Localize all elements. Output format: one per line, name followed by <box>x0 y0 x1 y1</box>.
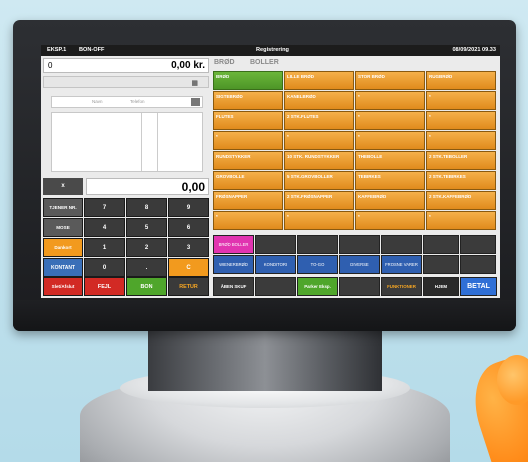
product-button[interactable]: * <box>213 211 283 230</box>
product-button[interactable]: BRØD <box>213 71 283 90</box>
product-button[interactable]: 5 STK.GROVBOLLER <box>284 171 354 190</box>
product-button[interactable]: * <box>355 211 425 230</box>
window-title: Registrering <box>256 47 289 53</box>
amount-row: 0 0,00 kr. <box>43 58 209 73</box>
customer-field[interactable]: Navn Telefon <box>51 96 203 108</box>
product-button[interactable]: TEBIRKES <box>355 171 425 190</box>
category-brod-boller-button[interactable]: BRØD BOLLER <box>213 235 254 254</box>
key-0[interactable]: 0 <box>84 258 125 277</box>
key-1[interactable]: 1 <box>84 238 125 257</box>
column-divider <box>157 113 158 171</box>
key-decimal[interactable]: . <box>126 258 167 277</box>
key-7[interactable]: 7 <box>84 198 125 217</box>
error-button[interactable]: FEJL <box>84 277 125 296</box>
total-amount: 0,00 kr. <box>171 60 205 71</box>
tab-boller[interactable]: BOLLER <box>250 59 279 66</box>
category-diverse-button[interactable]: DIVERSE <box>339 255 380 274</box>
quantity-value: 0 <box>48 61 53 70</box>
empty-function-button[interactable] <box>381 235 422 254</box>
category-wienerbrod-button[interactable]: WIENERBRØD <box>213 255 254 274</box>
product-button[interactable]: * <box>426 111 496 130</box>
search-icon[interactable] <box>191 98 200 106</box>
grid-view-button[interactable]: ▦ <box>43 76 209 88</box>
category-konditori-button[interactable]: KONDITORI <box>255 255 296 274</box>
empty-function-button[interactable] <box>460 255 496 274</box>
tab-brod[interactable]: BRØD <box>214 59 235 66</box>
home-button[interactable]: HJEM <box>423 277 459 296</box>
product-button[interactable]: * <box>426 211 496 230</box>
kontant-button[interactable]: KONTANT <box>43 258 83 277</box>
product-button[interactable]: * <box>284 131 354 150</box>
product-button[interactable]: RUNDSTYKKER <box>213 151 283 170</box>
empty-function-button[interactable] <box>297 235 338 254</box>
mose-button[interactable]: MOSE <box>43 218 83 237</box>
waiter-number-button[interactable]: TJENER NR. <box>43 198 83 217</box>
empty-function-button[interactable] <box>423 255 459 274</box>
product-button[interactable]: * <box>284 211 354 230</box>
product-button[interactable]: 2 STK.KAFFEBRØD <box>426 191 496 210</box>
open-drawer-button[interactable]: ÅBEN SKUF <box>213 277 254 296</box>
functions-button[interactable]: FUNKTIONER <box>381 277 422 296</box>
monitor-stand <box>148 331 382 391</box>
empty-function-button[interactable] <box>339 277 380 296</box>
product-button[interactable]: * <box>213 131 283 150</box>
multiply-button[interactable]: x <box>43 178 83 195</box>
empty-function-button[interactable] <box>255 235 296 254</box>
empty-function-button[interactable] <box>339 235 380 254</box>
key-clear[interactable]: C <box>168 258 209 277</box>
product-button[interactable]: FLUTES <box>213 111 283 130</box>
product-button[interactable]: STOR BRØD <box>355 71 425 90</box>
product-button[interactable]: * <box>355 111 425 130</box>
product-button[interactable]: RUGBRØD <box>426 71 496 90</box>
product-button[interactable]: 2 STK.FRØSNAPPER <box>284 191 354 210</box>
park-order-button[interactable]: Parker Eksp. <box>297 277 338 296</box>
delete-finish-button[interactable]: Slet/Afslut <box>43 277 83 296</box>
category-frosne-varer-button[interactable]: FROSNE VARER <box>381 255 422 274</box>
product-button[interactable]: 2 STK.FLUTES <box>284 111 354 130</box>
receipt-list[interactable] <box>51 112 203 172</box>
product-button[interactable]: * <box>426 91 496 110</box>
product-button[interactable]: * <box>355 131 425 150</box>
key-5[interactable]: 5 <box>126 218 167 237</box>
product-button[interactable]: FRØSNAPPER <box>213 191 283 210</box>
mode-label: BON-OFF <box>79 47 105 53</box>
key-8[interactable]: 8 <box>126 198 167 217</box>
key-9[interactable]: 9 <box>168 198 209 217</box>
customer-phone-label: Telefon <box>130 99 145 104</box>
customer-name-label: Navn <box>92 99 103 104</box>
product-button[interactable]: 2 STK.TEBOLLER <box>426 151 496 170</box>
product-button[interactable]: 10 STK. RUNDSTYKKER <box>284 151 354 170</box>
product-button[interactable]: * <box>355 91 425 110</box>
product-button[interactable]: KAFFEBRØD <box>355 191 425 210</box>
dankort-button[interactable]: Dankort <box>43 238 83 257</box>
empty-function-button[interactable] <box>423 235 459 254</box>
category-to-go-button[interactable]: TO-GO <box>297 255 338 274</box>
station-label: EKSP.1 <box>47 47 67 53</box>
empty-function-button[interactable] <box>255 277 296 296</box>
return-button[interactable]: RETUR <box>168 277 209 296</box>
product-button[interactable]: 2 STK.TEBIRKES <box>426 171 496 190</box>
product-button[interactable]: * <box>426 131 496 150</box>
product-button[interactable]: LILLE BRØD <box>284 71 354 90</box>
amount-display: 0,00 <box>86 178 209 195</box>
column-divider <box>141 113 142 171</box>
titlebar: EKSP.1 BON-OFF Registrering 08/09/2021 0… <box>41 45 500 56</box>
grid-icon: ▦ <box>191 80 198 87</box>
product-button[interactable]: THEBOLLE <box>355 151 425 170</box>
pay-button[interactable]: BETAL <box>460 277 497 296</box>
display-value: 0,00 <box>181 180 205 194</box>
product-button[interactable]: GROVBOLLE <box>213 171 283 190</box>
receipt-button[interactable]: BON <box>126 277 167 296</box>
product-button[interactable]: SIGTEBRØD <box>213 91 283 110</box>
key-6[interactable]: 6 <box>168 218 209 237</box>
key-4[interactable]: 4 <box>84 218 125 237</box>
pos-screen: EKSP.1 BON-OFF Registrering 08/09/2021 0… <box>41 45 500 298</box>
empty-function-button[interactable] <box>460 235 496 254</box>
datetime: 08/09/2021 09.33 <box>452 47 496 53</box>
key-3[interactable]: 3 <box>168 238 209 257</box>
key-2[interactable]: 2 <box>126 238 167 257</box>
product-button[interactable]: KANELBRØD <box>284 91 354 110</box>
monitor-bezel-bottom <box>13 300 516 331</box>
